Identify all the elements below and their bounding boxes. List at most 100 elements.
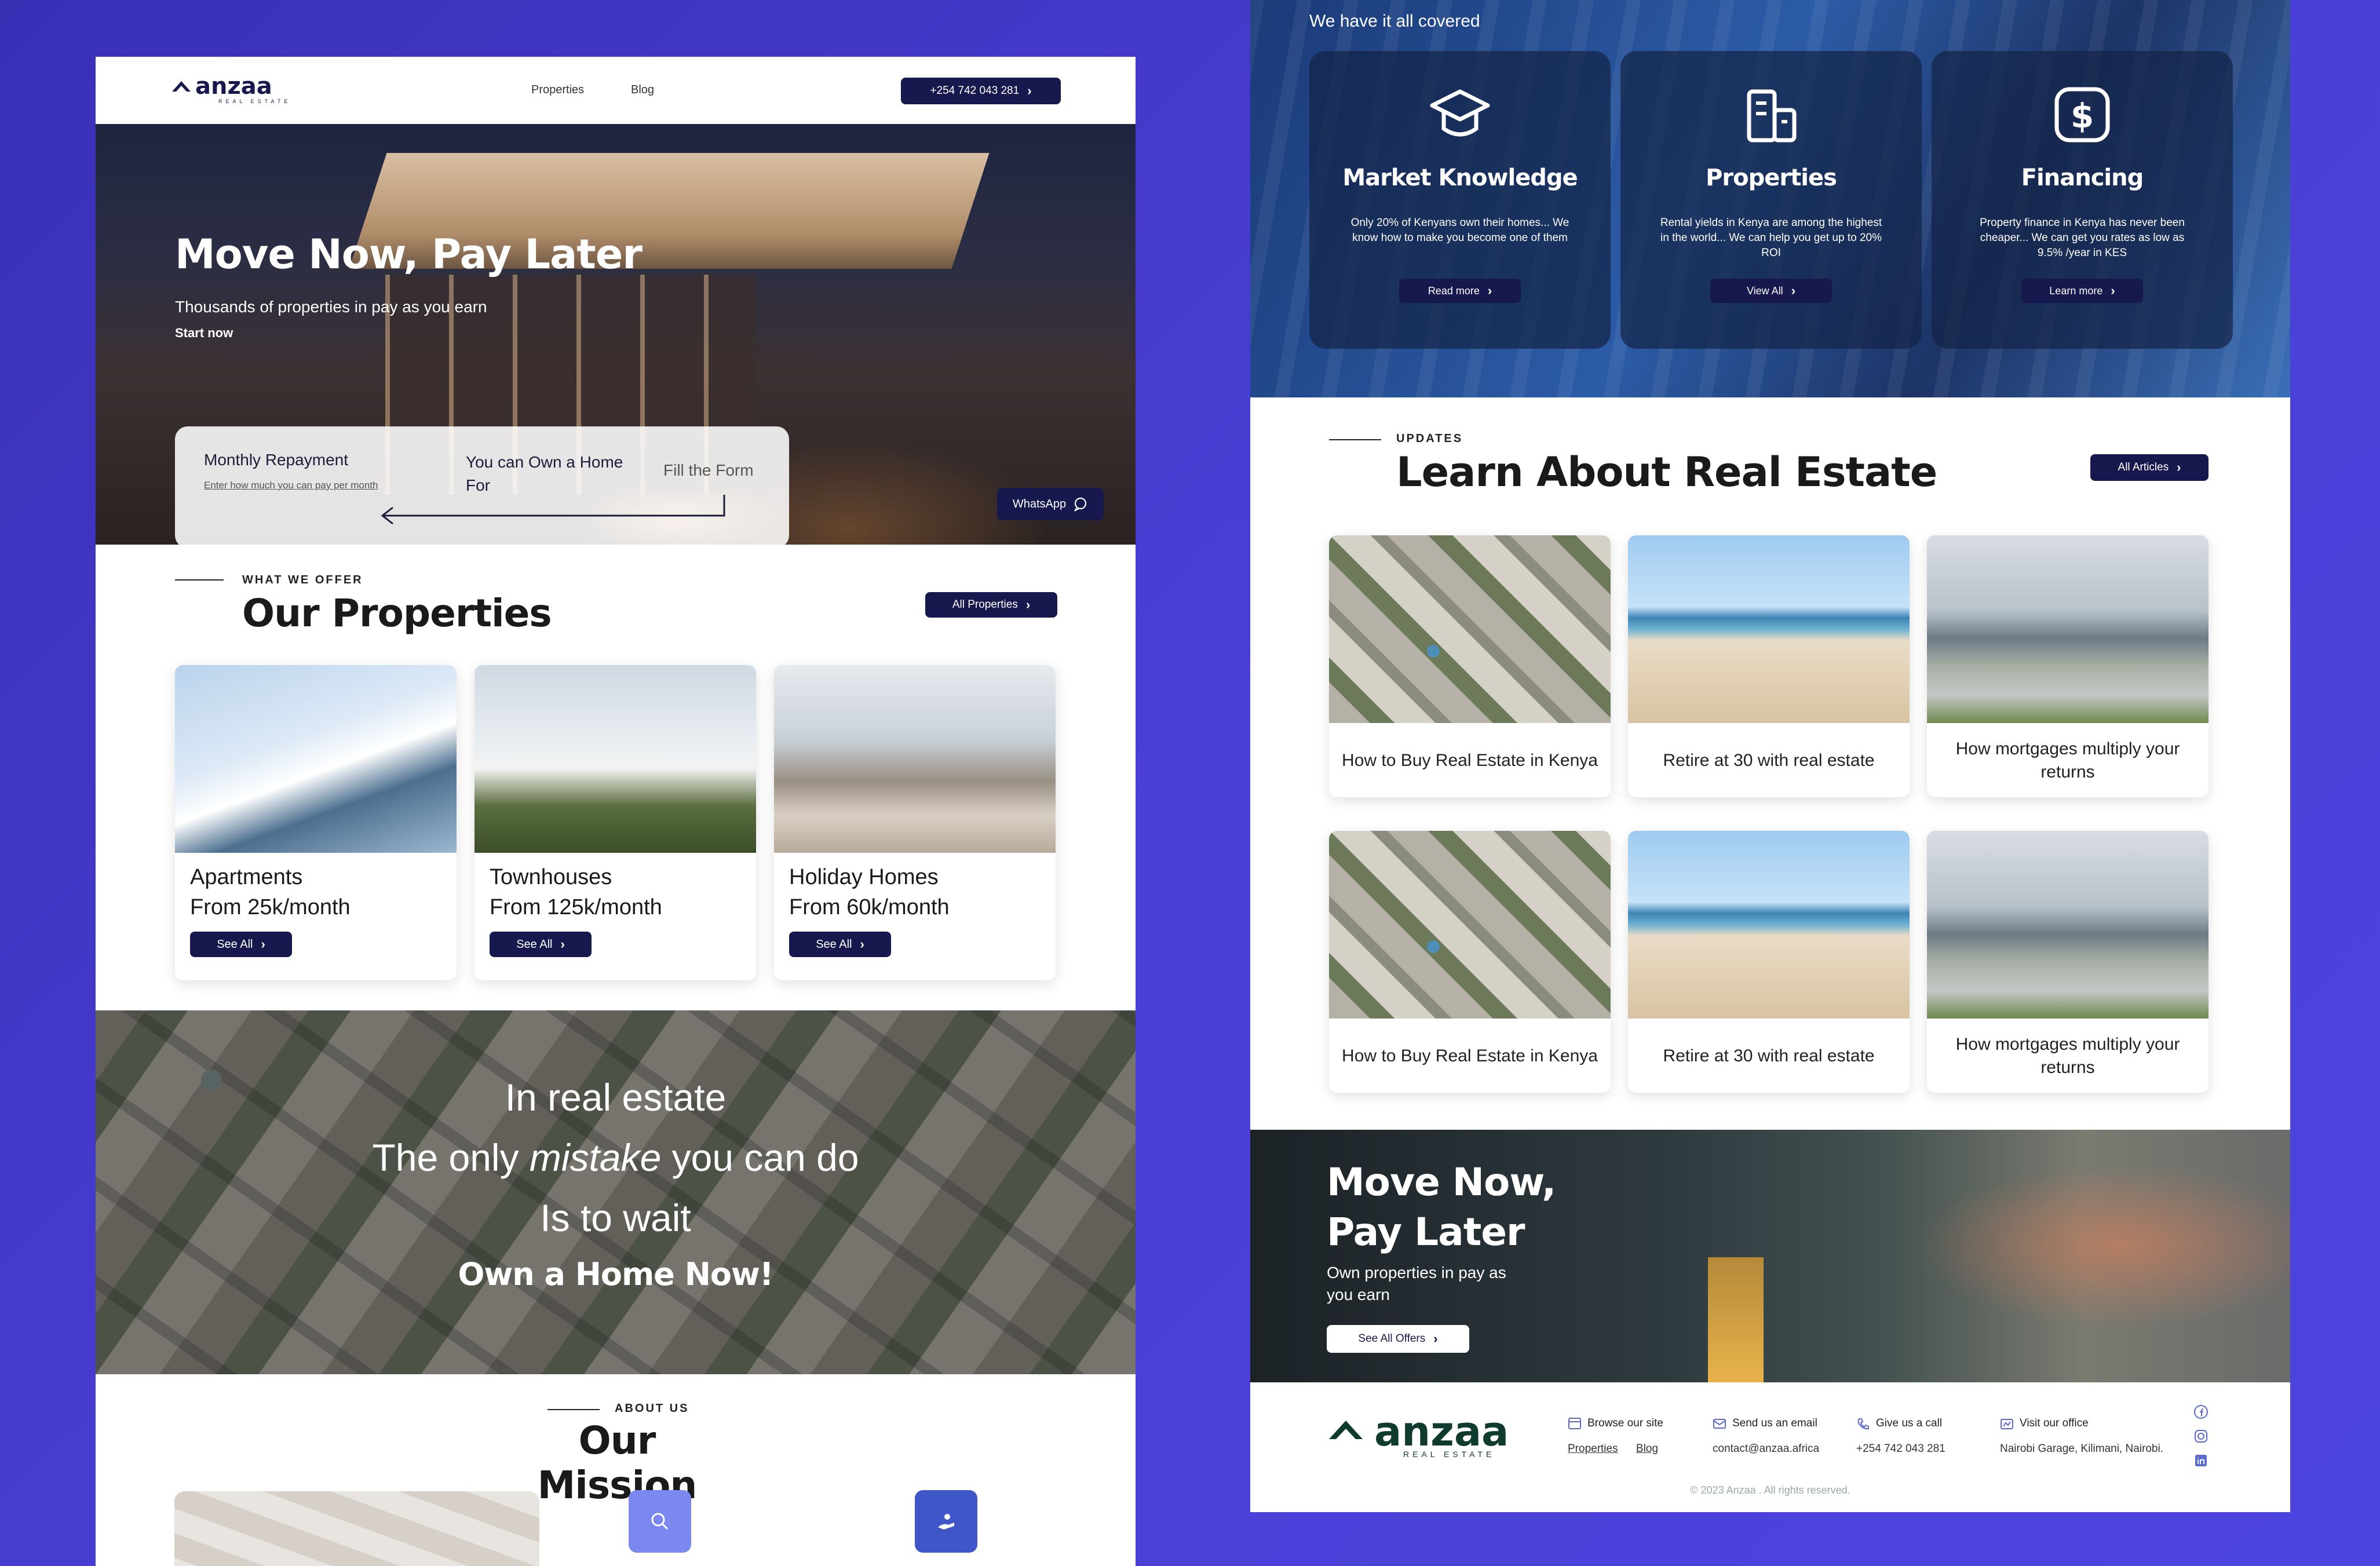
- article-image: [1927, 535, 2209, 723]
- chevron-right-icon: ›: [860, 937, 864, 951]
- property-card-holiday-homes[interactable]: Holiday Homes From 60k/month See All ›: [774, 665, 1056, 980]
- feature-title: Properties: [1706, 165, 1837, 191]
- quote-banner: In real estate The only mistake you can …: [96, 1010, 1136, 1374]
- hero-subtitle: Thousands of properties in pay as you ea…: [175, 298, 487, 316]
- svg-text:$: $: [2071, 96, 2094, 136]
- chat-bubble-icon: [1074, 497, 1087, 512]
- whatsapp-label: WhatsApp: [1012, 497, 1067, 510]
- hero-section: Move Now, Pay Later Thousands of propert…: [96, 124, 1136, 548]
- linkedin-icon[interactable]: [2193, 1453, 2209, 1468]
- footer-link-properties[interactable]: Properties: [1568, 1443, 1618, 1455]
- see-all-button[interactable]: See All ›: [190, 932, 292, 957]
- article-image: [1927, 831, 2209, 1019]
- footer-email-label: Send us an email: [1732, 1417, 1817, 1429]
- all-articles-label: All Articles: [2118, 461, 2169, 473]
- footer-logo-subtitle: REAL ESTATE: [1403, 1450, 1495, 1459]
- feature-title: Market Knowledge: [1342, 165, 1578, 191]
- footer-call-head: Give us a call: [1856, 1416, 1945, 1431]
- footer-email-head: Send us an email: [1713, 1416, 1819, 1431]
- footer-browse: Browse our site Properties Blog: [1568, 1416, 1673, 1455]
- footer-call-label: Give us a call: [1876, 1417, 1943, 1429]
- browser-icon: [1568, 1418, 1581, 1429]
- see-all-button[interactable]: See All ›: [789, 932, 891, 957]
- top-nav: anzaa REAL ESTATE Properties Blog +254 7…: [96, 57, 1136, 124]
- cta-subtitle: Own properties in pay as you earn: [1327, 1264, 1506, 1304]
- footer-phone-value[interactable]: +254 742 043 281: [1856, 1443, 1945, 1455]
- article-title: Retire at 30 with real estate: [1663, 751, 1875, 770]
- phone-icon: [1857, 1418, 1869, 1430]
- article-title: Retire at 30 with real estate: [1663, 1046, 1875, 1065]
- footer-office-head: Visit our office: [2000, 1416, 2163, 1431]
- mission-icon-search[interactable]: [629, 1490, 691, 1553]
- cta-title-line: Move Now,: [1327, 1160, 1556, 1204]
- property-card-apartments[interactable]: Apartments From 25k/month See All ›: [175, 665, 457, 980]
- see-all-label: See All: [816, 937, 852, 951]
- cta-title: Move Now, Pay Later: [1327, 1158, 1556, 1257]
- footer-office-label: Visit our office: [2020, 1417, 2089, 1429]
- all-articles-button[interactable]: All Articles ›: [2090, 454, 2209, 481]
- banner-line-2-start: The only: [372, 1136, 530, 1179]
- banner-emphasis: mistake: [529, 1136, 662, 1179]
- chevron-right-icon: ›: [1433, 1331, 1438, 1346]
- footer-call: Give us a call +254 742 043 281: [1856, 1416, 1945, 1455]
- chevron-right-icon: ›: [1487, 283, 1492, 298]
- article-card[interactable]: How mortgages multiply your returns: [1927, 831, 2209, 1093]
- phone-button[interactable]: +254 742 043 281 ›: [901, 78, 1061, 104]
- banner-line-3: Is to wait: [540, 1196, 691, 1239]
- property-card-townhouses[interactable]: Townhouses From 125k/month See All ›: [474, 665, 756, 980]
- start-now-link[interactable]: Start now: [175, 326, 233, 341]
- nav-link-blog[interactable]: Blog: [631, 83, 654, 97]
- article-image: [1628, 535, 1910, 723]
- mission-icon-hand[interactable]: [915, 1490, 977, 1553]
- logo-mark-icon: [172, 81, 191, 92]
- chevron-right-icon: ›: [560, 937, 565, 951]
- chevron-right-icon: ›: [2111, 283, 2115, 298]
- banner-line-2-end: you can do: [661, 1136, 859, 1179]
- footer-email-value[interactable]: contact@anzaa.africa: [1713, 1443, 1819, 1455]
- see-all-offers-button[interactable]: See All Offers ›: [1327, 1325, 1469, 1353]
- all-properties-button[interactable]: All Properties ›: [925, 592, 1057, 618]
- banner-cta: Own a Home Now!: [458, 1256, 773, 1293]
- footer-office: Visit our office Nairobi Garage, Kiliman…: [2000, 1416, 2163, 1455]
- facebook-icon[interactable]: [2193, 1404, 2209, 1419]
- learn-more-button[interactable]: Learn more ›: [2021, 279, 2143, 303]
- section-divider: [547, 1409, 600, 1410]
- buildings-icon: [1747, 89, 1797, 143]
- covered-section: We have it all covered Market Knowledge …: [1250, 0, 2290, 397]
- property-card-text: Holiday Homes From 60k/month: [789, 862, 950, 922]
- logo[interactable]: anzaa: [195, 73, 272, 100]
- article-title: How to Buy Real Estate in Kenya: [1342, 751, 1598, 770]
- property-card-text: Apartments From 25k/month: [190, 862, 351, 922]
- article-image: [1329, 535, 1611, 723]
- feature-description: Rental yields in Kenya are among the hig…: [1660, 217, 1882, 259]
- cta-section: Move Now, Pay Later Own properties in pa…: [1250, 1130, 2290, 1382]
- search-icon: [651, 1513, 669, 1530]
- mission-eyebrow: ABOUT US: [615, 1402, 689, 1415]
- article-title: How mortgages multiply your returns: [1955, 1035, 2180, 1077]
- hero-title: Move Now, Pay Later: [175, 231, 643, 278]
- landing-page-right: We have it all covered Market Knowledge …: [1250, 0, 2290, 1512]
- view-all-button[interactable]: View All ›: [1710, 279, 1832, 303]
- whatsapp-button[interactable]: WhatsApp: [997, 488, 1104, 520]
- article-card[interactable]: How to Buy Real Estate in Kenya: [1329, 535, 1611, 797]
- logo-subtitle: REAL ESTATE: [218, 98, 291, 104]
- apartments-image: [175, 665, 457, 853]
- article-card[interactable]: Retire at 30 with real estate: [1628, 535, 1910, 797]
- nav-link-properties[interactable]: Properties: [531, 83, 584, 97]
- property-price: From 60k/month: [789, 895, 950, 919]
- phone-label: +254 742 043 281: [930, 85, 1020, 97]
- feature-description: Property finance in Kenya has never been…: [1980, 217, 2185, 259]
- feature-card-market-knowledge: Market Knowledge Only 20% of Kenyans own…: [1309, 51, 1611, 349]
- footer-browse-head: Browse our site: [1568, 1416, 1673, 1431]
- read-more-button[interactable]: Read more ›: [1399, 279, 1521, 303]
- see-all-button[interactable]: See All ›: [490, 932, 592, 957]
- see-all-offers-label: See All Offers: [1358, 1333, 1426, 1345]
- article-card[interactable]: How mortgages multiply your returns: [1927, 535, 2209, 797]
- instagram-icon[interactable]: [2193, 1429, 2209, 1444]
- footer-link-blog[interactable]: Blog: [1636, 1443, 1658, 1455]
- footer-logo[interactable]: anzaa: [1374, 1408, 1509, 1455]
- feature-description: Only 20% of Kenyans own their homes... W…: [1350, 217, 1569, 244]
- footer-email: Send us an email contact@anzaa.africa: [1713, 1416, 1819, 1455]
- article-card[interactable]: How to Buy Real Estate in Kenya: [1329, 831, 1611, 1093]
- article-card[interactable]: Retire at 30 with real estate: [1628, 831, 1910, 1093]
